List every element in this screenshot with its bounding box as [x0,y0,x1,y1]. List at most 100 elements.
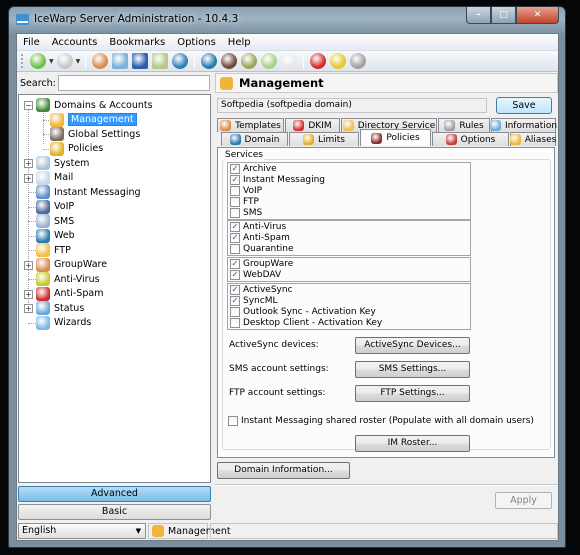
expand-icon[interactable]: + [24,260,33,270]
expand-icon[interactable]: + [24,159,33,168]
checkbox-unchecked[interactable] [230,306,240,317]
forward-icon[interactable] [56,53,73,69]
service-anti-spam[interactable]: ✓ Anti-Spam [228,232,470,243]
tree-item-domains-accounts[interactable]: Domains & Accounts [36,98,153,112]
tree-item-status[interactable]: Status [36,301,84,315]
service-webdav[interactable]: ✓ WebDAV [228,269,470,280]
tree-item-management[interactable]: Management [50,112,137,127]
tab-policies[interactable]: Policies [360,129,431,146]
maximize-button[interactable]: □ [491,7,516,24]
service-syncml[interactable]: ✓ SyncML [228,295,470,306]
checkbox-unchecked[interactable] [230,207,240,218]
document-icon[interactable] [281,53,298,69]
globe-icon[interactable] [201,53,218,69]
tab-aliases[interactable]: Aliases [509,132,556,146]
apply-button[interactable]: Apply [495,492,552,509]
checkbox-checked[interactable]: ✓ [230,269,240,280]
checkbox-unchecked[interactable] [230,196,240,207]
service-desktop-client-activation-key[interactable]: Desktop Client - Activation Key [228,317,470,328]
groupware-icon[interactable] [92,53,109,69]
tab-templates[interactable]: Templates [217,118,284,132]
tree-item-wizards[interactable]: Wizards [36,315,91,330]
collapse-icon[interactable]: − [24,101,33,110]
toolbar-grip[interactable] [21,54,24,68]
menu-file[interactable]: File [17,37,46,48]
sms-settings-button[interactable]: SMS Settings... [355,361,470,378]
language-select[interactable]: English ▼ [18,523,146,539]
menu-bookmarks[interactable]: Bookmarks [103,37,171,48]
checkbox-unchecked[interactable] [230,243,240,254]
antivirus-icon[interactable] [330,53,347,69]
minimize-button[interactable]: – [466,7,491,24]
activesync-devices-button[interactable]: ActiveSync Devices... [355,337,470,354]
user-icon[interactable] [221,53,238,69]
service-quarantine[interactable]: Quarantine [228,243,470,254]
tree-item-web[interactable]: Web [36,228,75,243]
filter-icon[interactable] [350,53,367,69]
tab-options[interactable]: Options [432,132,509,146]
service-ftp[interactable]: FTP [228,196,470,207]
service-instant-messaging[interactable]: ✓ Instant Messaging [228,174,470,185]
headset-icon [36,199,50,214]
tab-domain[interactable]: Domain [221,132,288,146]
domain-information-button[interactable]: Domain Information... [217,462,350,479]
checkbox-unchecked[interactable] [230,185,240,196]
title-bar[interactable]: IceWarp Server Administration - 10.4.3 –… [9,7,565,33]
tree-item-global-settings[interactable]: Global Settings [50,127,140,141]
service-anti-virus[interactable]: ✓ Anti-Virus [228,221,470,232]
checkbox-checked[interactable]: ✓ [230,221,240,232]
menu-options[interactable]: Options [171,37,222,48]
dropdown-arrow-icon[interactable]: ▼ [49,58,54,65]
service-sms[interactable]: SMS [228,207,470,218]
users-icon[interactable] [241,53,258,69]
service-outlook-sync-activation-key[interactable]: Outlook Sync - Activation Key [228,306,470,317]
expand-icon[interactable]: + [24,289,33,299]
checkbox-checked[interactable]: ✓ [230,295,240,306]
tree-item-ftp[interactable]: FTP [36,243,71,257]
service-activesync[interactable]: ✓ ActiveSync [228,284,470,295]
checkbox-checked[interactable]: ✓ [230,284,240,295]
tree-item-anti-spam[interactable]: Anti-Spam [36,286,103,301]
close-button[interactable]: ✕ [516,7,559,24]
service-voip[interactable]: VoIP [228,185,470,196]
tab-limits[interactable]: Limits [289,132,359,146]
expand-icon[interactable]: + [24,304,33,313]
checkbox-checked[interactable]: ✓ [230,174,240,185]
tree-item-sms[interactable]: SMS [36,214,74,228]
checkbox-unchecked[interactable] [230,317,240,328]
checkbox-checked[interactable]: ✓ [230,232,240,243]
panel-icon[interactable] [132,53,149,69]
search-input[interactable] [58,75,210,91]
checkbox-checked[interactable]: ✓ [230,163,240,174]
dropdown-arrow-icon[interactable]: ▼ [76,58,81,65]
advanced-button[interactable]: Advanced [18,486,211,502]
basic-button[interactable]: Basic [18,504,211,520]
tab-information[interactable]: Information [489,118,557,132]
expand-icon[interactable]: + [24,173,33,183]
service-groupware[interactable]: ✓ GroupWare [228,258,470,269]
columns-icon[interactable] [152,53,169,69]
tree-item-system[interactable]: System [36,156,89,170]
tree-item-anti-virus[interactable]: Anti-Virus [36,272,100,286]
tree-item-mail[interactable]: Mail [36,170,73,185]
back-icon[interactable] [30,53,46,69]
tab-dkim[interactable]: DKIM [285,118,340,132]
tab-rules[interactable]: Rules [438,118,490,132]
plugin-icon[interactable] [261,53,278,69]
globe-settings-icon[interactable] [172,53,189,69]
ftp-settings-button[interactable]: FTP Settings... [355,385,470,402]
menu-accounts[interactable]: Accounts [46,37,104,48]
service-archive[interactable]: ✓ Archive [228,163,470,174]
im-roster-checkbox[interactable] [228,416,238,426]
tree-item-groupware[interactable]: GroupWare [36,257,107,272]
tree-item-policies[interactable]: Policies [50,141,103,156]
tree-item-voip[interactable]: VoIP [36,199,74,214]
domain-field[interactable]: Softpedia (softpedia domain) [217,98,487,113]
menu-help[interactable]: Help [222,37,257,48]
checkbox-checked[interactable]: ✓ [230,258,240,269]
im-roster-button[interactable]: IM Roster... [355,435,470,452]
stop-icon[interactable] [310,53,327,69]
tree-item-instant-messaging[interactable]: Instant Messaging [36,185,141,199]
save-button[interactable]: Save [496,97,552,114]
server-icon[interactable] [112,53,129,69]
